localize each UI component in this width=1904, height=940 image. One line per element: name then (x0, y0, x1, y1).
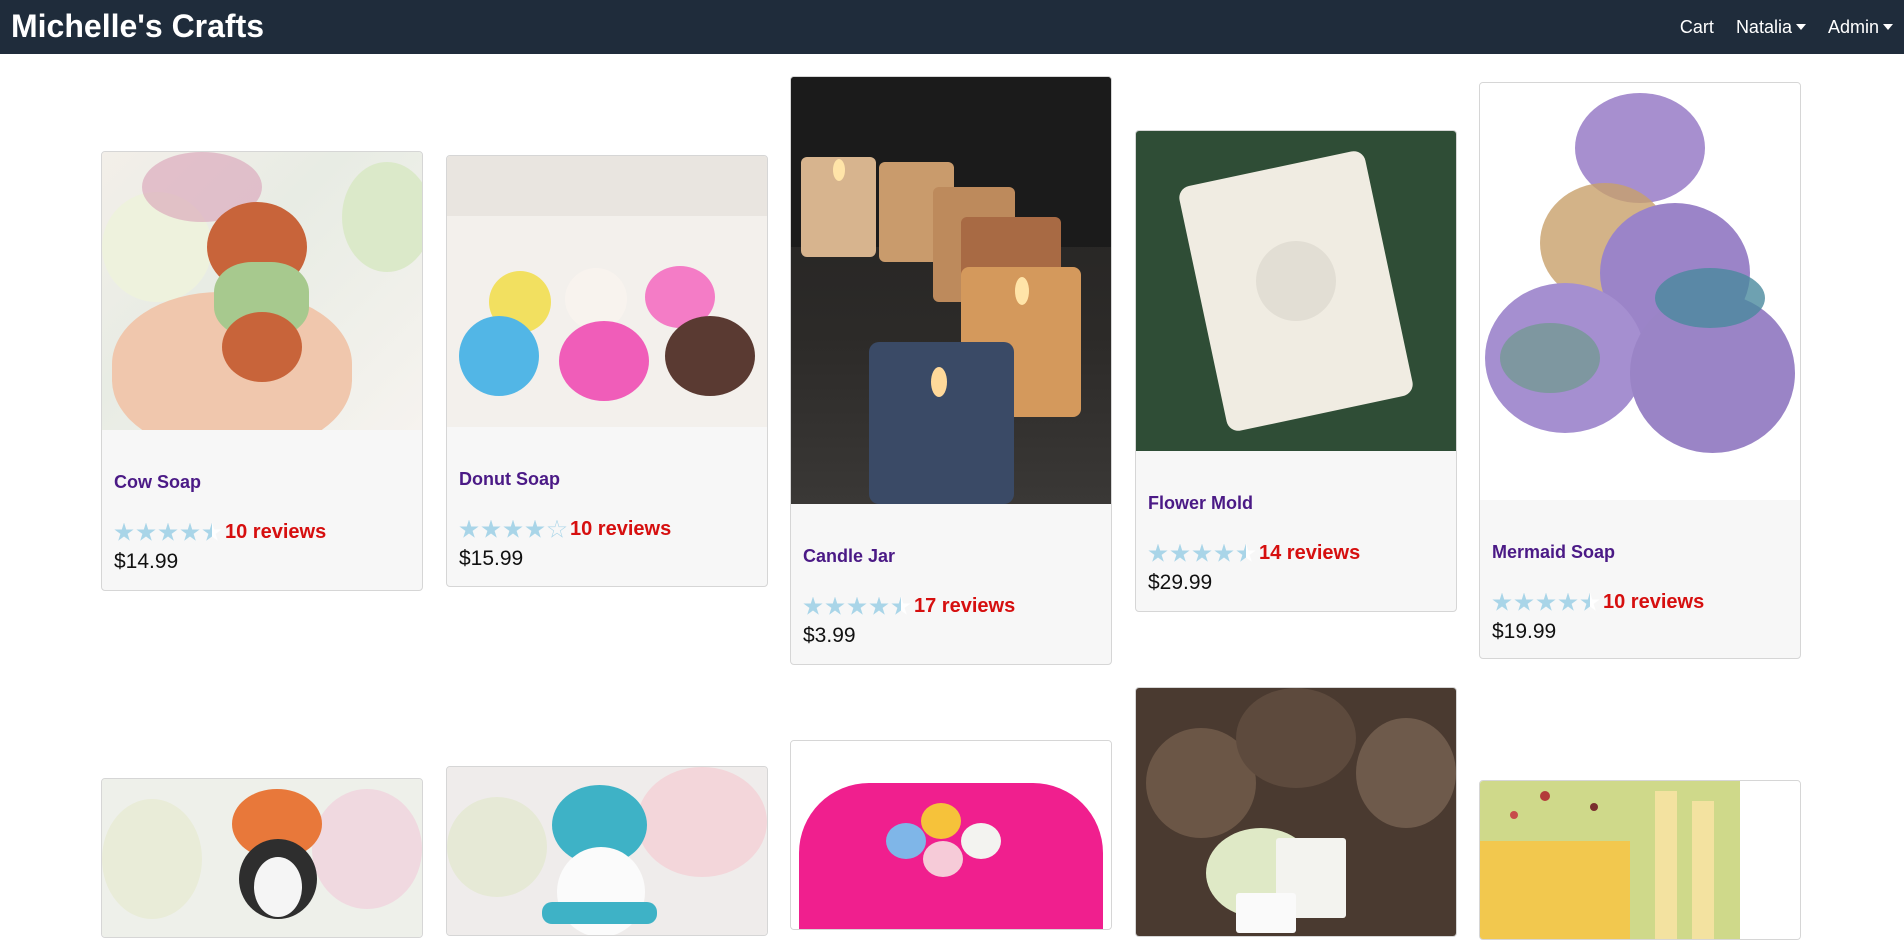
star-icon (803, 596, 823, 615)
product-image-donut-soap[interactable] (447, 156, 767, 427)
star-half-icon (1236, 543, 1256, 562)
product-image-wax-melts[interactable] (1136, 688, 1456, 936)
chevron-down-icon (1883, 24, 1893, 30)
star-rating-icon (459, 519, 569, 540)
rating: 10 reviews (459, 518, 755, 541)
product-card[interactable]: Donut Soap 10 reviews $15.99 (446, 155, 768, 587)
star-icon (825, 596, 845, 615)
reviews-link[interactable]: 14 reviews (1259, 542, 1360, 565)
reviews-link[interactable]: 17 reviews (914, 595, 1015, 618)
card-body: Cow Soap 10 reviews $14.99 (102, 430, 422, 574)
star-icon (869, 596, 889, 615)
star-icon (459, 519, 479, 538)
star-icon (1148, 543, 1168, 562)
star-icon (525, 519, 545, 538)
product-title[interactable]: Flower Mold (1148, 451, 1444, 514)
star-rating-icon (1492, 592, 1602, 613)
product-title[interactable]: Cow Soap (114, 430, 410, 493)
star-half-icon (202, 522, 222, 541)
star-icon (1214, 543, 1234, 562)
admin-menu-dropdown[interactable]: Admin (1828, 17, 1893, 38)
product-image-mermaid-soap[interactable] (1480, 83, 1800, 500)
product-card[interactable] (1479, 780, 1801, 940)
rating: 17 reviews (803, 595, 1099, 618)
product-card[interactable] (446, 766, 768, 936)
user-menu-label: Natalia (1735, 16, 1792, 37)
star-icon (847, 596, 867, 615)
star-icon (136, 522, 156, 541)
star-icon (503, 519, 523, 538)
star-half-icon (1580, 592, 1600, 611)
product-card[interactable] (790, 740, 1112, 930)
product-card[interactable]: Cow Soap 10 reviews $14.99 (101, 151, 423, 591)
chevron-down-icon (1795, 24, 1806, 30)
product-title[interactable]: Donut Soap (459, 427, 755, 490)
card-body: Donut Soap 10 reviews $15.99 (447, 427, 767, 571)
star-half-icon (891, 596, 911, 615)
rating: 10 reviews (1492, 591, 1788, 614)
star-icon (481, 519, 501, 538)
star-icon (1536, 592, 1556, 611)
product-price: $19.99 (1492, 620, 1557, 643)
card-body: Flower Mold 14 reviews $29.99 (1136, 451, 1456, 595)
product-image-penguin-soap[interactable] (102, 779, 422, 937)
product-image-honeycomb-mold[interactable] (791, 741, 1111, 929)
reviews-link[interactable]: 10 reviews (570, 518, 671, 541)
star-icon (180, 522, 200, 541)
star-icon (158, 522, 178, 541)
cart-label: Cart (1679, 16, 1714, 37)
product-image-candle-jar[interactable] (791, 77, 1111, 504)
reviews-link[interactable]: 10 reviews (1603, 591, 1704, 614)
product-price: $15.99 (459, 547, 524, 570)
product-price: $14.99 (114, 550, 179, 573)
product-card[interactable]: Candle Jar 17 reviews $3.99 (790, 76, 1112, 665)
star-icon (1514, 592, 1534, 611)
product-image-lemon-soap[interactable] (1480, 781, 1800, 939)
star-icon (1558, 592, 1578, 611)
star-rating-icon (114, 522, 224, 543)
rating: 14 reviews (1148, 542, 1444, 565)
product-image-flower-mold[interactable] (1136, 131, 1456, 451)
admin-menu-label: Admin (1827, 16, 1879, 37)
product-card[interactable]: Mermaid Soap 10 reviews $19.99 (1479, 82, 1801, 659)
nav-links: Cart Natalia Admin (1680, 0, 1904, 54)
card-body: Mermaid Soap 10 reviews $19.99 (1480, 500, 1800, 644)
cart-link[interactable]: Cart (1680, 17, 1714, 38)
star-rating-icon (803, 596, 913, 617)
rating: 10 reviews (114, 521, 410, 544)
product-image-cow-soap[interactable] (102, 152, 422, 430)
product-title[interactable]: Mermaid Soap (1492, 500, 1788, 563)
product-price: $3.99 (803, 624, 856, 647)
star-empty-icon (547, 519, 567, 540)
product-price: $29.99 (1148, 571, 1213, 594)
user-menu-dropdown[interactable]: Natalia (1736, 17, 1806, 38)
card-body: Candle Jar 17 reviews $3.99 (791, 504, 1111, 648)
star-icon (1492, 592, 1512, 611)
reviews-link[interactable]: 10 reviews (225, 521, 326, 544)
star-icon (1192, 543, 1212, 562)
star-icon (1170, 543, 1190, 562)
brand-logo[interactable]: Michelle's Crafts (11, 8, 264, 45)
product-title[interactable]: Candle Jar (803, 504, 1099, 567)
product-card[interactable] (1135, 687, 1457, 937)
star-rating-icon (1148, 543, 1258, 564)
top-navbar: Michelle's Crafts Cart Natalia Admin (0, 0, 1904, 54)
star-icon (114, 522, 134, 541)
product-card[interactable] (101, 778, 423, 938)
product-image-snowman-soap[interactable] (447, 767, 767, 935)
product-card[interactable]: Flower Mold 14 reviews $29.99 (1135, 130, 1457, 612)
